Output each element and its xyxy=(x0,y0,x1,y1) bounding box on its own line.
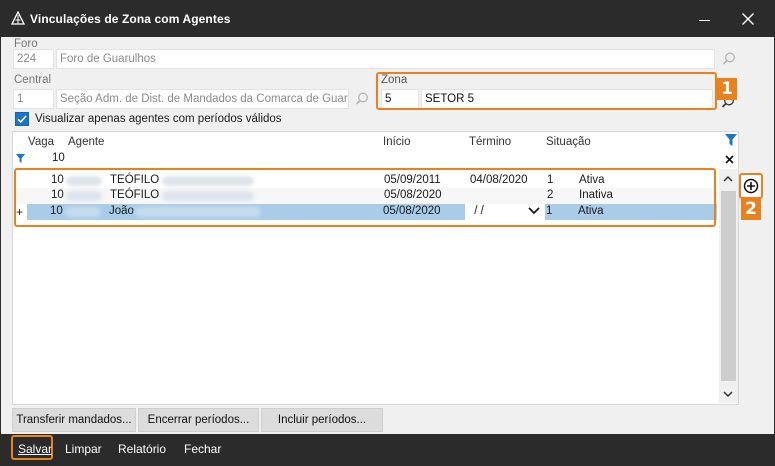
incluir-periodos-button[interactable]: Incluir períodos... xyxy=(261,408,383,432)
limpar-button[interactable]: Limpar xyxy=(65,442,102,456)
minimize-button[interactable] xyxy=(684,1,724,37)
header-inicio[interactable]: Início xyxy=(383,136,411,148)
header-agente[interactable]: Agente xyxy=(68,136,104,148)
title-bar[interactable]: Vinculações de Zona com Agentes xyxy=(1,1,774,37)
close-button[interactable] xyxy=(728,1,768,37)
encerrar-periodos-button[interactable]: Encerrar períodos... xyxy=(138,408,259,432)
app-logo-icon xyxy=(11,11,25,25)
clear-x-icon[interactable] xyxy=(725,155,734,164)
central-search-icon[interactable] xyxy=(353,90,371,108)
foro-name-field[interactable]: Foro de Guarulhos xyxy=(56,49,715,69)
valid-periods-checkbox[interactable] xyxy=(15,112,29,126)
bottom-toolbar: Salvar Limpar Relatório Fechar xyxy=(1,434,774,465)
header-vaga[interactable]: Vaga xyxy=(28,136,54,148)
scroll-down-icon[interactable] xyxy=(723,391,733,398)
valid-periods-label: Visualizar apenas agentes com períodos v… xyxy=(35,113,282,125)
add-row-button[interactable] xyxy=(739,173,763,199)
zona-highlight-frame xyxy=(376,72,717,110)
window-title: Vinculações de Zona com Agentes xyxy=(30,12,231,26)
filter-vaga-value[interactable]: 10 xyxy=(52,152,65,164)
central-name-field[interactable]: Seção Adm. de Dist. de Mandados da Comar… xyxy=(56,89,349,109)
scroll-up-icon[interactable] xyxy=(723,175,733,182)
filter-icon xyxy=(16,154,25,163)
callout-badge-2: 2 xyxy=(741,198,761,220)
callout-badge-1: 1 xyxy=(717,78,737,100)
fechar-button[interactable]: Fechar xyxy=(184,442,221,456)
header-situacao[interactable]: Situação xyxy=(546,136,591,148)
header-termino[interactable]: Término xyxy=(469,136,511,148)
minimize-icon xyxy=(698,19,710,21)
checkmark-icon xyxy=(17,115,27,124)
salvar-button[interactable]: Salvar xyxy=(18,442,52,456)
grid-scrollbar[interactable] xyxy=(719,169,738,403)
foro-code-field[interactable]: 224 xyxy=(13,49,54,69)
central-code-field[interactable]: 1 xyxy=(13,89,54,109)
relatorio-button[interactable]: Relatório xyxy=(118,442,166,456)
central-label: Central xyxy=(14,74,52,86)
clear-filter-icon[interactable] xyxy=(725,134,737,148)
agents-grid: Vaga Agente Início Término Situação 10 1… xyxy=(12,131,739,405)
rows-highlight-frame xyxy=(14,168,716,227)
grid-filter-row: 10 xyxy=(13,151,718,168)
close-icon xyxy=(742,13,754,25)
transferir-mandados-button[interactable]: Transferir mandados... xyxy=(12,408,136,432)
foro-search-icon[interactable] xyxy=(720,50,738,68)
dialog-window: Vinculações de Zona com Agentes Foro 224… xyxy=(0,0,775,466)
scroll-thumb[interactable] xyxy=(721,191,736,381)
add-circle-icon xyxy=(743,178,759,194)
